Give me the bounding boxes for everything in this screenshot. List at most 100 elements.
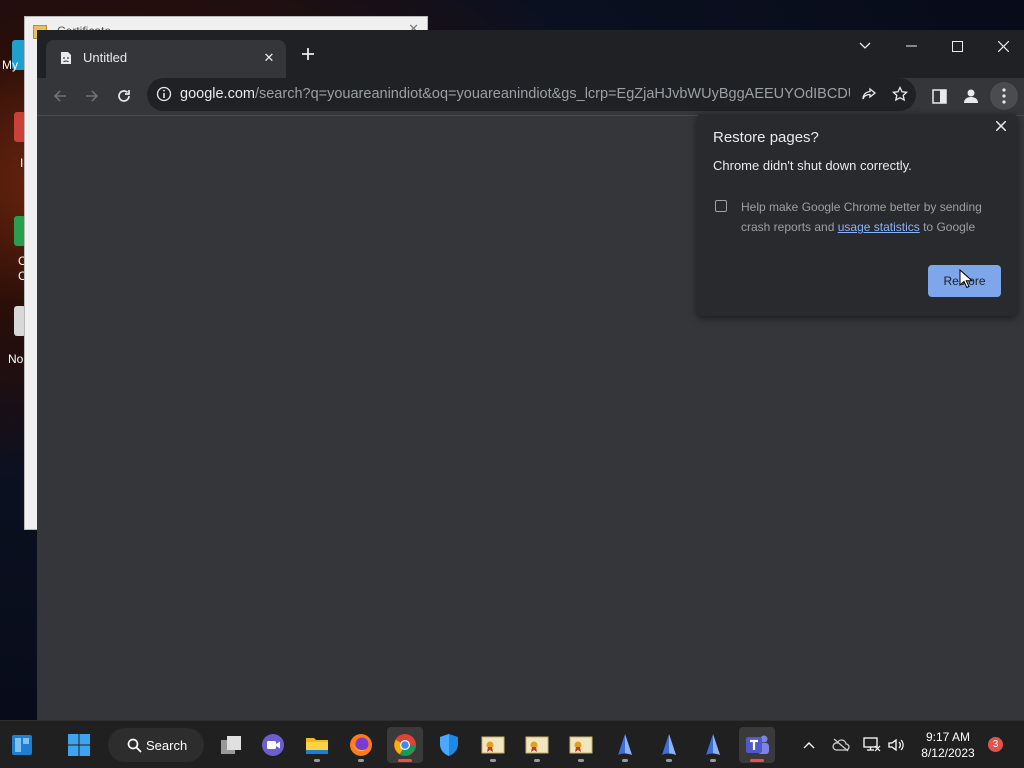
- tab-strip: Untitled ✕: [37, 30, 1024, 78]
- running-indicator: [490, 759, 496, 762]
- notification-badge[interactable]: 3: [988, 737, 1003, 752]
- running-indicator: [398, 759, 412, 762]
- taskbar-teams[interactable]: [739, 727, 775, 763]
- back-button[interactable]: [46, 82, 74, 110]
- maximize-button[interactable]: [934, 30, 980, 62]
- taskbar-firefox[interactable]: [343, 727, 379, 763]
- network-tray[interactable]: [860, 733, 884, 757]
- taskbar-certificate-1[interactable]: [475, 727, 511, 763]
- certificate-icon: [481, 736, 505, 754]
- folder-icon: [306, 738, 328, 754]
- minimize-icon: [905, 45, 917, 47]
- desktop-icon-label: I: [20, 156, 24, 170]
- close-icon: [997, 40, 1009, 52]
- close-window-button[interactable]: [980, 30, 1024, 62]
- dialog-close-button[interactable]: [991, 116, 1011, 136]
- clock-time: 9:17 AM: [925, 730, 971, 744]
- sad-page-icon: [61, 52, 71, 64]
- dialog-title: Restore pages?: [713, 129, 819, 146]
- chat-icon: [262, 734, 284, 756]
- crash-report-checkbox[interactable]: [715, 200, 727, 212]
- desktop-icon-label: My: [2, 58, 18, 72]
- shield-icon: [440, 734, 458, 756]
- cloud-off-icon: [832, 738, 850, 752]
- certificate-icon: [569, 736, 593, 754]
- start-button[interactable]: [61, 727, 97, 763]
- menu-button[interactable]: [990, 82, 1018, 110]
- reload-icon: [118, 90, 130, 102]
- taskbar-chrome[interactable]: [387, 727, 423, 763]
- url-host: google.com: [180, 86, 255, 102]
- forward-arrow-icon: [86, 90, 99, 102]
- firefox-icon: [350, 734, 372, 756]
- windows-logo-icon: [68, 734, 90, 756]
- taskbar-app-bird-3[interactable]: [695, 727, 731, 763]
- certificate-icon: [525, 736, 549, 754]
- running-indicator: [314, 759, 320, 762]
- info-icon[interactable]: [156, 86, 172, 102]
- profile-button[interactable]: [957, 82, 985, 110]
- clock-date: 8/12/2023: [921, 746, 975, 760]
- search-icon: [127, 738, 142, 753]
- taskbar-chat[interactable]: [255, 727, 291, 763]
- back-arrow-icon: [53, 90, 66, 102]
- bookmark-button[interactable]: [890, 84, 910, 104]
- running-indicator: [710, 759, 716, 762]
- star-icon: [892, 86, 908, 102]
- reload-button[interactable]: [110, 82, 138, 110]
- dialog-message: Chrome didn't shut down correctly.: [713, 158, 912, 173]
- chrome-icon: [394, 734, 416, 756]
- usage-statistics-link[interactable]: usage statistics: [838, 220, 920, 234]
- toolbar: google.com/search?q=youareanindiot&oq=yo…: [37, 78, 1024, 115]
- running-indicator: [534, 759, 540, 762]
- network-icon: [863, 737, 881, 752]
- running-indicator: [358, 759, 364, 762]
- kebab-menu-icon: [1002, 88, 1006, 104]
- chevron-up-icon: [803, 742, 815, 749]
- close-icon[interactable]: ✕: [260, 49, 278, 67]
- widgets-icon: [12, 735, 32, 755]
- share-button[interactable]: [859, 84, 879, 104]
- side-panel-button[interactable]: [925, 82, 953, 110]
- url-text[interactable]: google.com/search?q=youareanindiot&oq=yo…: [180, 86, 850, 102]
- running-indicator: [666, 759, 672, 762]
- task-view-button[interactable]: [213, 727, 249, 763]
- onedrive-tray[interactable]: [829, 733, 853, 757]
- taskbar-app-bird-1[interactable]: [607, 727, 643, 763]
- close-icon: [996, 121, 1006, 131]
- side-panel-icon: [931, 88, 947, 104]
- tab-untitled[interactable]: Untitled ✕: [46, 40, 286, 78]
- taskbar-certificate-2[interactable]: [519, 727, 555, 763]
- profile-icon: [964, 89, 978, 103]
- bird-icon: [618, 734, 632, 755]
- new-tab-button[interactable]: [298, 44, 318, 64]
- running-indicator: [622, 759, 628, 762]
- bird-icon: [706, 734, 720, 755]
- tab-title: Untitled: [83, 50, 128, 65]
- volume-tray[interactable]: [884, 733, 908, 757]
- crash-report-label: Help make Google Chrome better by sendin…: [741, 197, 1001, 237]
- mouse-cursor-icon: [959, 269, 973, 289]
- taskbar-file-explorer[interactable]: [299, 727, 335, 763]
- minimize-button[interactable]: [888, 30, 934, 62]
- desktop-icon-label: No: [8, 352, 24, 366]
- help-text-suffix: to Google: [919, 220, 976, 234]
- task-view-icon: [221, 736, 241, 754]
- forward-button[interactable]: [78, 82, 106, 110]
- tab-search-button[interactable]: [842, 30, 888, 62]
- share-icon: [862, 87, 877, 100]
- taskbar-clock[interactable]: 9:17 AM 8/12/2023: [914, 729, 982, 761]
- chevron-down-icon: [859, 42, 871, 49]
- url-path: /search?q=youareanindiot&oq=youareanindi…: [254, 86, 850, 102]
- running-indicator: [578, 759, 584, 762]
- widgets-button[interactable]: [4, 727, 40, 763]
- show-hidden-icons-button[interactable]: [797, 733, 821, 757]
- taskbar-app-bird-2[interactable]: [651, 727, 687, 763]
- taskbar: Search 9:17 AM 8/12/2023 3: [0, 720, 1024, 768]
- volume-icon: [888, 738, 904, 752]
- address-bar[interactable]: google.com/search?q=youareanindiot&oq=yo…: [147, 78, 916, 111]
- running-indicator: [750, 759, 764, 762]
- taskbar-defender[interactable]: [431, 727, 467, 763]
- taskbar-search[interactable]: Search: [108, 728, 204, 762]
- taskbar-certificate-3[interactable]: [563, 727, 599, 763]
